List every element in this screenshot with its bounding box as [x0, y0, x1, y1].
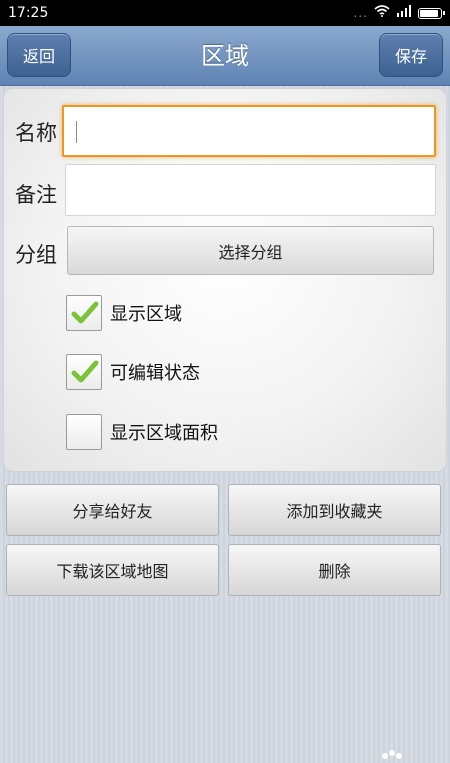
name-label: 名称: [15, 121, 57, 145]
status-time: 17:25: [8, 5, 49, 21]
share-button[interactable]: 分享给好友: [6, 484, 219, 536]
name-field[interactable]: [62, 105, 436, 157]
note-label: 备注: [15, 183, 57, 207]
notification-dots: ...: [353, 6, 368, 20]
show-area-label: 显示区域: [110, 304, 182, 325]
show-area-size-checkbox[interactable]: [66, 414, 102, 450]
area-form: 名称 备注 分组 选择分组 显示区域 可编辑状态 显示区域面积: [3, 88, 447, 472]
show-area-size-label: 显示区域面积: [110, 423, 218, 444]
group-label: 分组: [15, 243, 57, 267]
save-button[interactable]: 保存: [379, 33, 443, 77]
wifi-icon: [374, 5, 390, 21]
checkbox-row-show-area[interactable]: 显示区域: [66, 294, 182, 332]
status-icons: ...: [353, 5, 445, 21]
checkbox-row-editable[interactable]: 可编辑状态: [66, 353, 200, 391]
show-area-checkbox[interactable]: [66, 295, 102, 331]
note-field[interactable]: [65, 164, 436, 216]
checkbox-row-show-area-size[interactable]: 显示区域面积: [66, 413, 218, 451]
watermark-icon: [380, 747, 410, 761]
checkmark-icon: [71, 360, 99, 383]
editable-state-checkbox[interactable]: [66, 354, 102, 390]
title-bar: 区域 返回 保存: [0, 26, 450, 86]
status-bar: 17:25 ...: [0, 0, 450, 26]
editable-state-label: 可编辑状态: [110, 363, 200, 384]
battery-icon: [418, 7, 445, 19]
back-button[interactable]: 返回: [7, 33, 71, 77]
select-group-button[interactable]: 选择分组: [67, 226, 434, 275]
download-map-button[interactable]: 下载该区域地图: [6, 544, 219, 596]
checkmark-icon: [71, 301, 99, 324]
delete-button[interactable]: 删除: [228, 544, 441, 596]
signal-icon: [396, 5, 412, 21]
add-favorite-button[interactable]: 添加到收藏夹: [228, 484, 441, 536]
text-caret: [76, 121, 77, 143]
